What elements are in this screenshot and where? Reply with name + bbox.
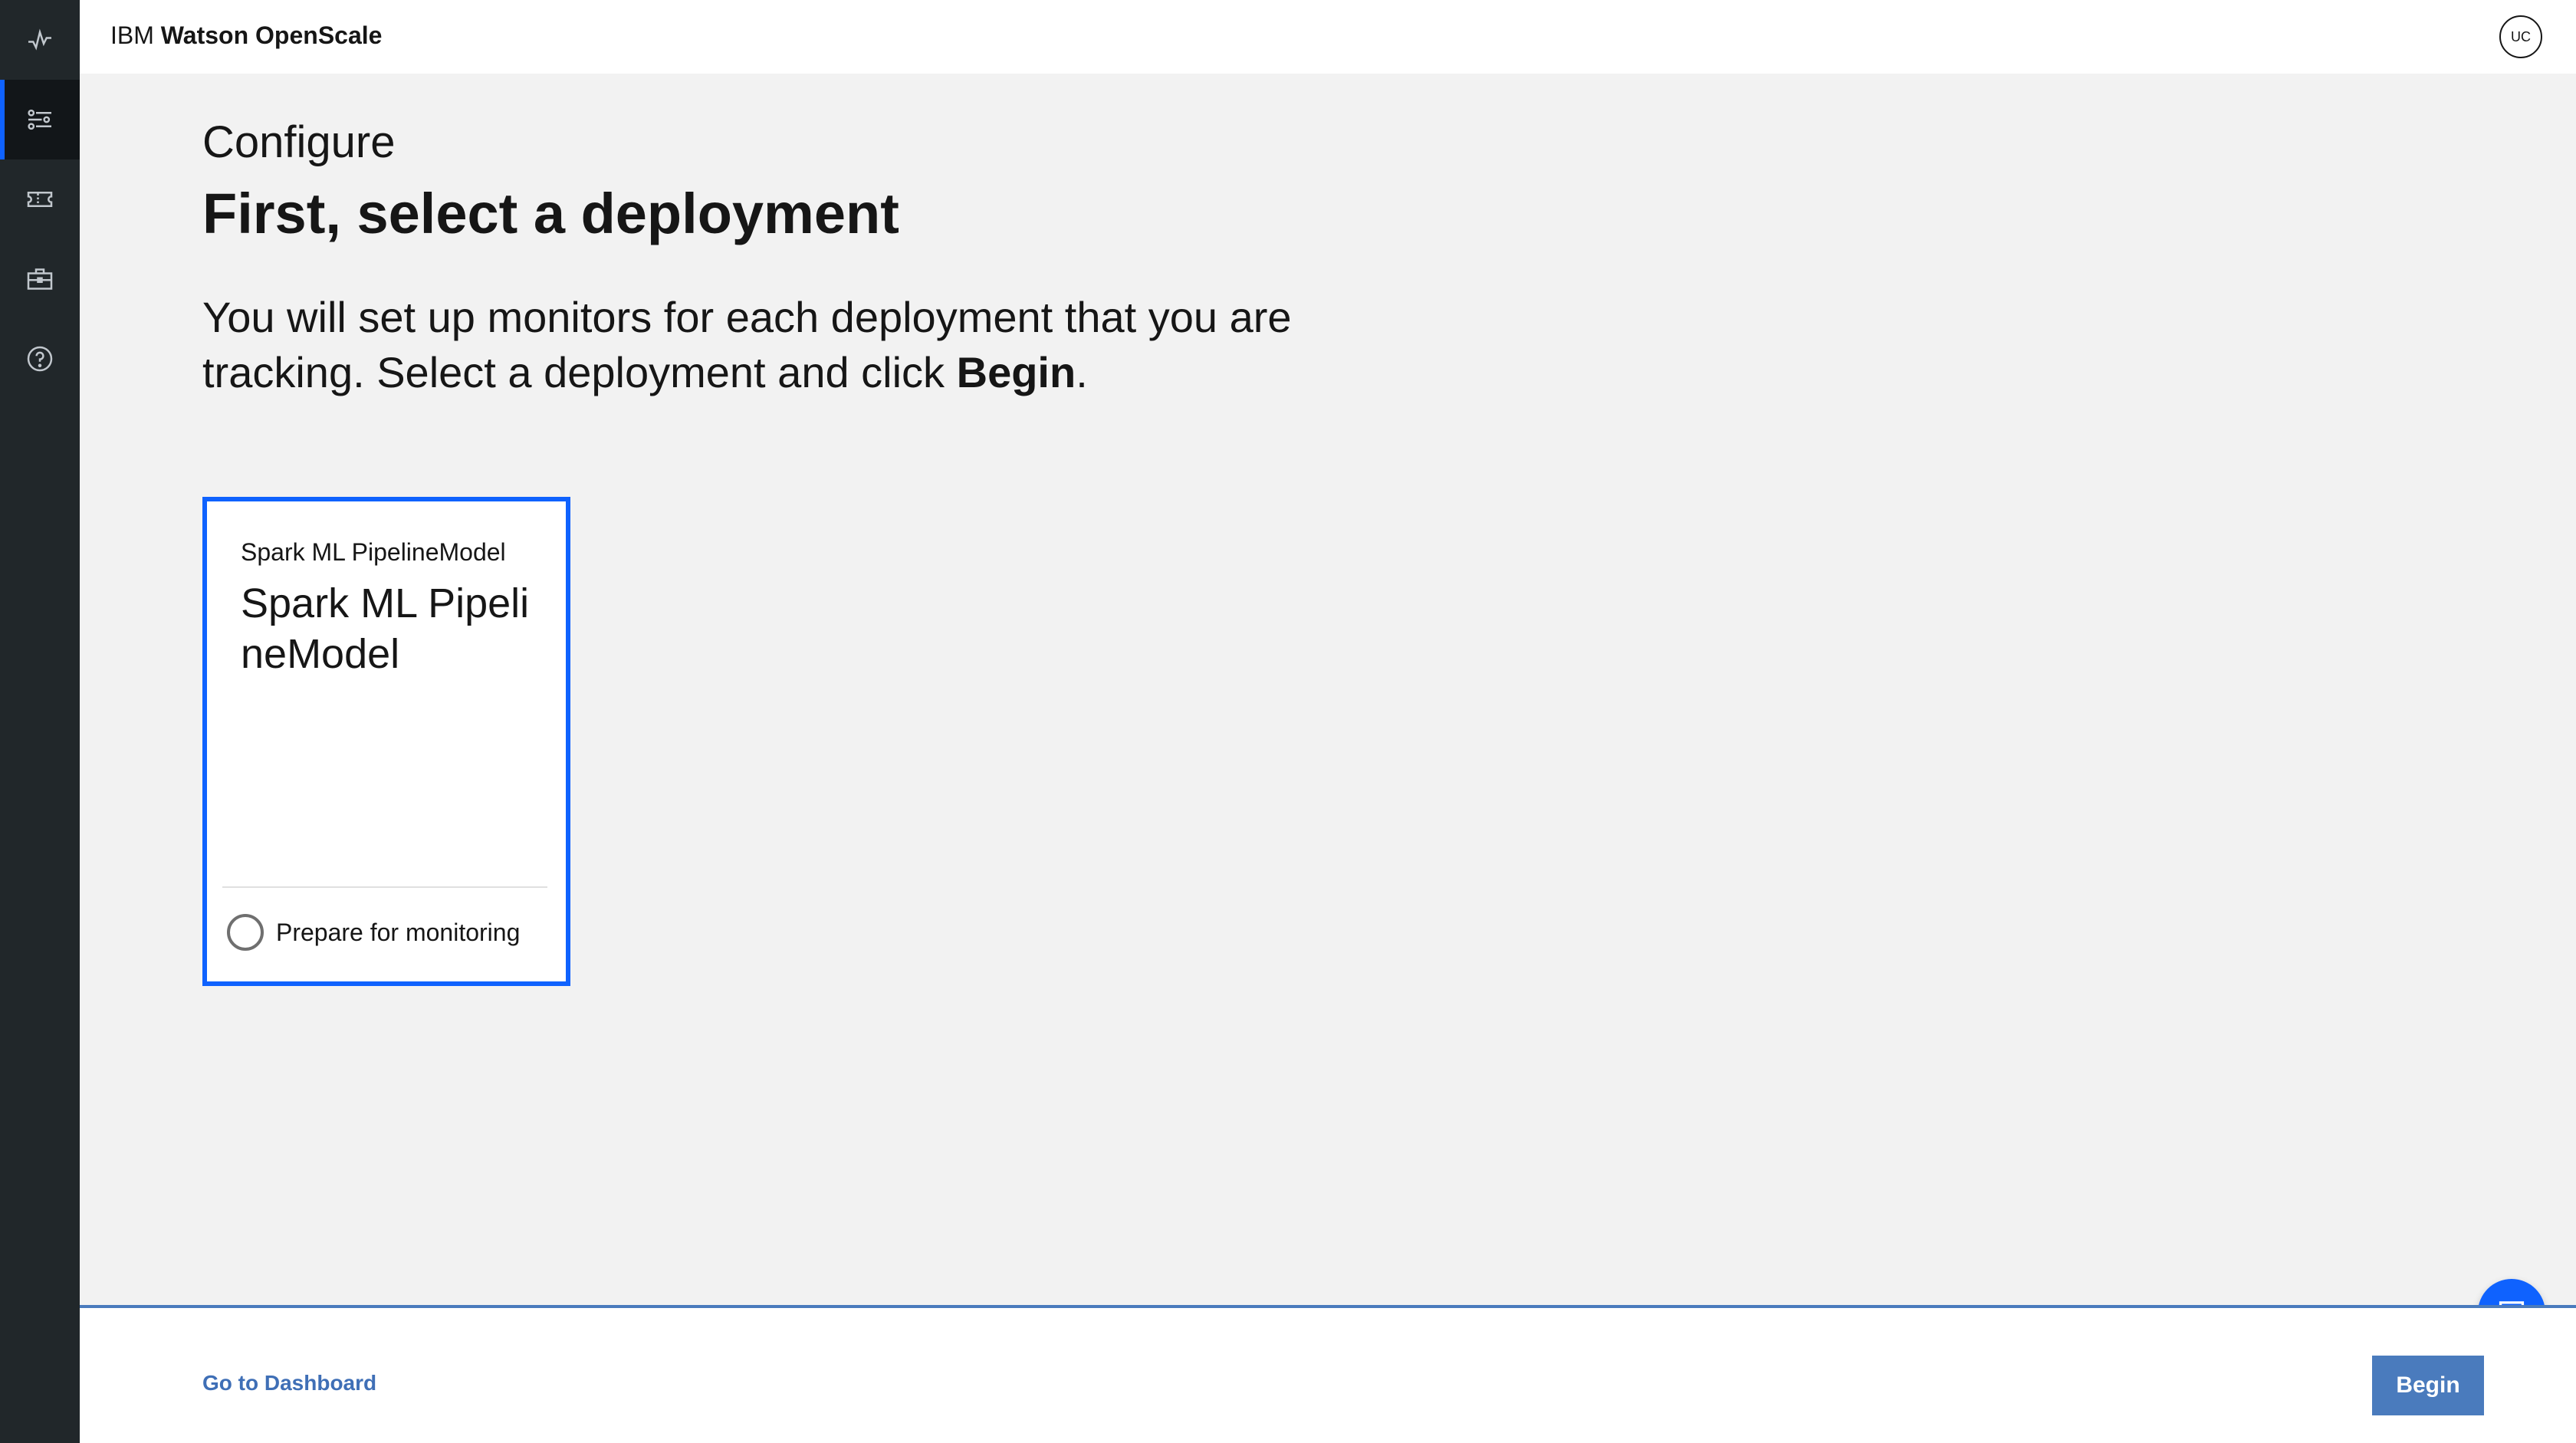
nav-item-help[interactable] [0,319,80,399]
brand-prefix: IBM [110,21,154,49]
briefcase-icon [27,268,53,290]
intro-body: You will set up monitors for each deploy… [202,293,1292,396]
intro-end: . [1076,348,1088,396]
prepare-monitoring-radio[interactable] [227,914,264,951]
ticket-icon [27,192,53,207]
activity-icon [28,28,51,51]
begin-button[interactable]: Begin [2372,1356,2484,1415]
prepare-monitoring-label[interactable]: Prepare for monitoring [276,919,520,947]
side-nav [0,0,80,1443]
go-to-dashboard-link[interactable]: Go to Dashboard [202,1371,376,1395]
footer-bar: Go to Dashboard Begin [80,1305,2576,1443]
brand-name: Watson OpenScale [160,21,383,49]
page-eyebrow: Configure [202,117,396,167]
help-icon [27,346,53,372]
nav-item-activity[interactable] [0,0,80,80]
app-root: IBM Watson OpenScale UC Configure First,… [0,0,2576,1443]
card-divider [222,886,547,888]
intro-text: You will set up monitors for each deploy… [202,290,1383,400]
nav-item-tools[interactable] [0,239,80,319]
top-header: IBM Watson OpenScale UC [80,0,2576,74]
sliders-icon [28,109,51,130]
deployment-name: Spark ML PipelineModel [241,580,530,677]
nav-item-configure[interactable] [0,80,80,159]
deployment-card[interactable]: Spark ML PipelineModel Spark ML Pipeline… [202,497,570,986]
main-content: Configure First, select a deployment You… [80,74,2576,1346]
user-avatar[interactable]: UC [2499,15,2542,58]
intro-begin-emphasis: Begin [956,348,1076,396]
nav-item-ticket[interactable] [0,159,80,239]
deployment-type: Spark ML PipelineModel [241,538,506,566]
page-title: First, select a deployment [202,182,899,245]
product-name[interactable]: IBM Watson OpenScale [110,21,382,50]
